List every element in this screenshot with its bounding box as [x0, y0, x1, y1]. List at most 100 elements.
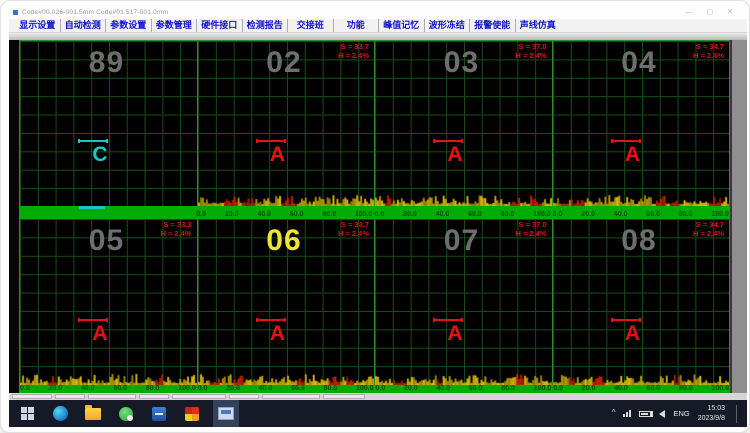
file-explorer-button[interactable] — [81, 400, 105, 427]
scale-tick: 0.0 — [553, 385, 563, 392]
speaker-icon[interactable] — [659, 410, 665, 418]
menu-item-param-manage[interactable]: 参数管理 — [152, 19, 198, 32]
alarm-readout: S = 37.0 H = 2.4% — [515, 221, 546, 238]
menu-item-inspection-report[interactable]: 检测报告 — [243, 19, 289, 32]
start-button[interactable] — [15, 400, 39, 427]
gate-label: A — [447, 143, 462, 167]
gate-marker — [433, 319, 463, 321]
maximize-button[interactable]: ▢ — [707, 6, 714, 19]
pinwheel-app-button[interactable] — [180, 400, 204, 427]
scale-tick: 60.0 — [647, 385, 661, 392]
app-icon — [13, 10, 18, 15]
language-indicator[interactable]: ENG — [673, 409, 689, 418]
channel-number: 08 — [621, 224, 656, 258]
scale-tick: 0.0 — [376, 385, 386, 392]
alarm-readout: S = 33.7 H = 2.4% — [338, 221, 369, 238]
status-field — [88, 394, 136, 399]
channel-number: 03 — [444, 46, 479, 80]
echo-noise-trace — [198, 372, 375, 385]
wave-height-value: H = 2.4% — [693, 230, 724, 239]
gate-marker — [433, 140, 463, 142]
status-field — [323, 394, 365, 399]
channel-number: 02 — [266, 46, 301, 80]
menu-item-param-settings[interactable]: 参数设置 — [106, 19, 152, 32]
menu-item-peak-memory[interactable]: 峰值记忆 — [379, 19, 425, 32]
scale-tick: 0.0 — [553, 211, 563, 218]
scale-axis-02: 0.020.040.060.080.0100.0 — [195, 206, 373, 219]
gate-label: A — [625, 322, 640, 346]
scale-tick: 40.0 — [81, 385, 95, 392]
menu-item-display-settings[interactable]: 显示设置 — [15, 19, 61, 32]
ut-software-taskbar-button[interactable] — [213, 400, 239, 427]
scrollbar-track[interactable] — [730, 40, 747, 393]
menu-item-auto-detect[interactable]: 自动检测 — [61, 19, 107, 32]
alarm-readout: S = 33.7 H = 2.4% — [338, 43, 369, 60]
gate-label: A — [92, 322, 107, 346]
messenger-app-button[interactable] — [114, 400, 138, 427]
wave-height-value: H = 2.4% — [160, 230, 191, 239]
scale-tick: 20.0 — [49, 385, 63, 392]
status-bar — [9, 393, 747, 400]
scale-tick: 100.0 — [355, 211, 373, 218]
scale-tick: 80.0 — [322, 211, 336, 218]
gate-marker — [256, 140, 286, 142]
menu-item-functions[interactable]: 功能 — [334, 19, 380, 32]
wave-height-value: H = 2.4% — [338, 52, 369, 61]
channel-panel-06[interactable]: 06 S = 33.7 H = 2.4% A — [198, 219, 376, 385]
channel-panel-02[interactable]: 02 S = 33.7 H = 2.4% A — [198, 41, 376, 206]
status-field — [12, 394, 52, 399]
scale-tick: 0.0 — [196, 211, 206, 218]
office-app-button[interactable] — [147, 400, 171, 427]
status-field — [55, 394, 85, 399]
channel-panel-05[interactable]: 05 S = 33.3 H = 2.4% A — [20, 219, 198, 385]
scale-tick: 0.0 — [198, 385, 208, 392]
channel-panel-04[interactable]: 04 S = 34.7 H = 2.4% A — [553, 41, 731, 206]
echo-noise-trace — [198, 193, 375, 206]
edge-icon — [53, 406, 68, 421]
close-button[interactable]: ✕ — [727, 6, 733, 19]
echo-noise-trace — [375, 193, 552, 206]
scale-tick: 40.0 — [257, 211, 271, 218]
menu-item-alarm-enable[interactable]: 报警使能 — [470, 19, 516, 32]
taskbar-clock[interactable]: 15:03 2023/9/8 — [698, 404, 725, 422]
scale-tick: 60.0 — [646, 211, 660, 218]
windows-taskbar: ^ ENG 15:03 2023/9/8 — [9, 400, 747, 427]
channel-row-top: 89 C 02 S = 33.7 H = 2.4% A 03 S = 37.0 … — [19, 40, 730, 206]
gate-marker — [256, 319, 286, 321]
channel-panel-03[interactable]: 03 S = 37.0 H = 2.4% A — [375, 41, 553, 206]
menu-item-sound-simulation[interactable]: 声线仿真 — [516, 19, 561, 32]
gate-marker — [611, 319, 641, 321]
wave-height-value: H = 2.4% — [693, 52, 724, 61]
alarm-readout: S = 37.0 H = 2.4% — [515, 43, 546, 60]
channel-panel-07[interactable]: 07 S = 37.0 H = 2.4% A — [375, 219, 553, 385]
edge-browser-button[interactable] — [48, 400, 72, 427]
channel-panel-89[interactable]: 89 C — [20, 41, 198, 206]
status-field — [229, 394, 259, 399]
tray-expand-chevron-icon[interactable]: ^ — [612, 408, 616, 417]
show-desktop-button[interactable] — [736, 405, 739, 423]
menu-item-hardware-interface[interactable]: 硬件接口 — [197, 19, 243, 32]
pinwheel-icon — [185, 407, 199, 421]
scale-tick: 100.0 — [711, 385, 729, 392]
network-signal-icon[interactable] — [623, 410, 631, 417]
channel-panel-08[interactable]: 08 S = 34.7 H = 2.4% A — [553, 219, 731, 385]
echo-noise-trace — [375, 372, 552, 385]
scale-tick: 20.0 — [582, 385, 596, 392]
scale-tick: 60.0 — [468, 211, 482, 218]
scale-tick: 40.0 — [614, 211, 628, 218]
scale-tick: 80.0 — [501, 211, 515, 218]
scale-tick: 40.0 — [436, 385, 450, 392]
menu-item-waveform-freeze[interactable]: 波形冻结 — [425, 19, 471, 32]
gate-marker — [611, 140, 641, 142]
minimize-button[interactable]: — — [686, 6, 693, 19]
scale-tick: 80.0 — [679, 385, 693, 392]
scale-tick: 40.0 — [436, 211, 450, 218]
scale-tick: 100.0 — [178, 385, 196, 392]
channel-number: 07 — [444, 224, 479, 258]
menu-item-shift-change[interactable]: 交接班 — [288, 19, 334, 32]
status-field — [262, 394, 320, 399]
windows-logo-icon — [21, 407, 34, 420]
gate-marker — [78, 319, 108, 321]
scale-axis-08: 0.020.040.060.080.0100.0 — [552, 385, 730, 393]
scale-tick: 60.0 — [290, 211, 304, 218]
